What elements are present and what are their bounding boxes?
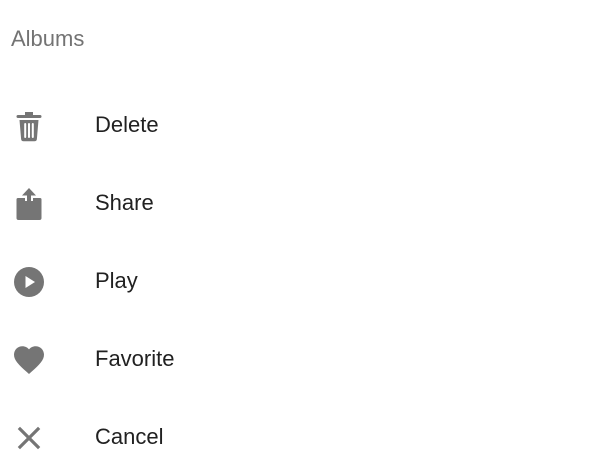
cancel-action[interactable]: Cancel <box>0 398 594 476</box>
sheet-title: Albums <box>11 26 85 51</box>
delete-action[interactable]: Delete <box>0 86 594 164</box>
action-list: Delete Share Play Favorite Cancel <box>0 86 594 476</box>
share-label: Share <box>95 190 154 215</box>
cancel-label: Cancel <box>95 424 164 449</box>
close-icon <box>11 420 47 456</box>
heart-icon <box>11 342 47 378</box>
favorite-action[interactable]: Favorite <box>0 320 594 398</box>
play-label: Play <box>95 268 138 293</box>
play-action[interactable]: Play <box>0 242 594 320</box>
trash-icon <box>11 108 47 144</box>
share-action[interactable]: Share <box>0 164 594 242</box>
bottom-sheet: Albums Delete Share Play Favorite Cancel <box>0 0 594 463</box>
play-icon <box>11 264 47 300</box>
favorite-label: Favorite <box>95 346 175 371</box>
share-icon <box>11 186 47 222</box>
delete-label: Delete <box>95 112 159 137</box>
